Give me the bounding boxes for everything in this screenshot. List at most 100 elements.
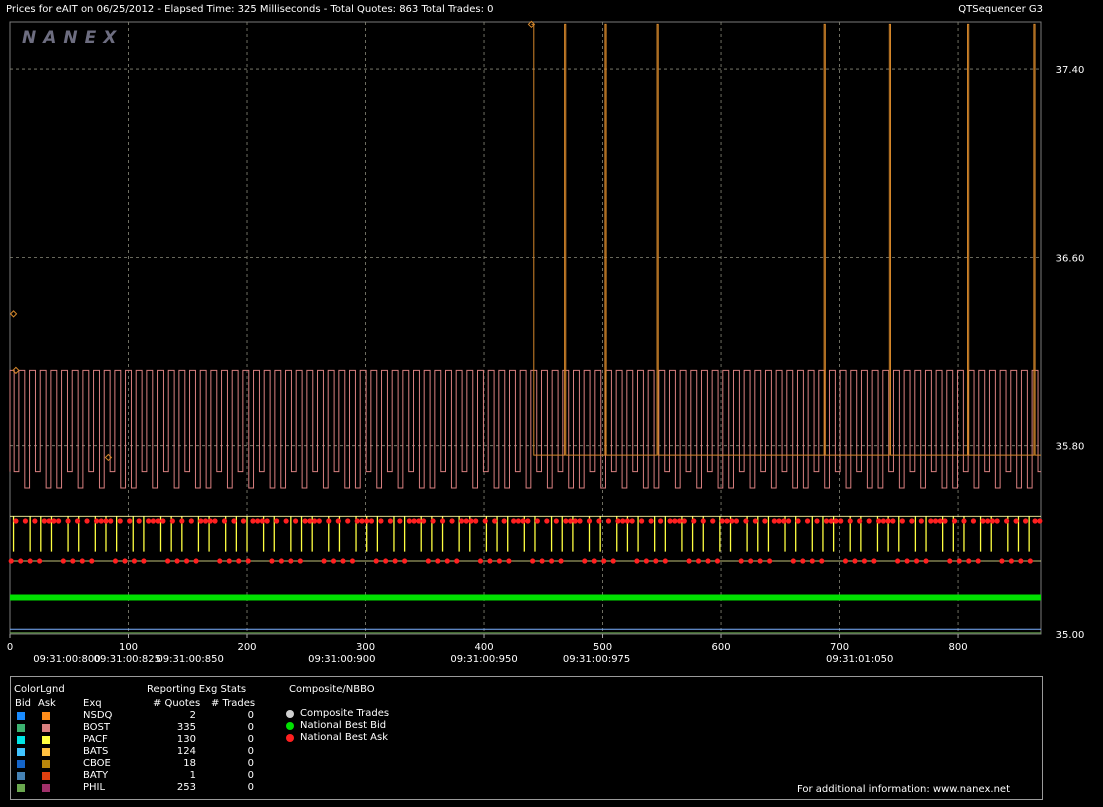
bid-swatch (17, 736, 25, 744)
nba-point (463, 518, 469, 524)
time-label: 09:31:01:050 (826, 654, 893, 665)
nba-point (89, 558, 95, 564)
nba-point (402, 558, 408, 564)
nba-point (947, 558, 953, 564)
nba-point (975, 558, 981, 564)
nba-point (530, 558, 536, 564)
nba-point (771, 518, 777, 524)
composite-dot (286, 722, 294, 730)
exchange-name: BOST (83, 722, 111, 733)
nba-point (833, 518, 839, 524)
nba-point (269, 558, 275, 564)
nba-point (999, 558, 1005, 564)
nba-point (335, 518, 341, 524)
nba-point (961, 518, 967, 524)
nba-point (781, 518, 787, 524)
legend-row: BATY 1 0 (11, 770, 411, 782)
quotes-column-header: # Quotes (153, 698, 201, 709)
nba-point (861, 558, 868, 564)
ask-swatch (42, 748, 50, 756)
nba-point (492, 518, 498, 524)
exchange-stats-header: Reporting Exg Stats (147, 684, 247, 695)
nba-point (127, 518, 133, 524)
nba-point (283, 518, 289, 524)
nba-point (970, 518, 977, 524)
nba-point (567, 518, 574, 524)
nba-point (790, 558, 796, 564)
trades-column-header: # Trades (211, 698, 256, 709)
nba-point (117, 518, 123, 524)
nba-point (895, 558, 901, 564)
time-label: 09:31:00:950 (450, 654, 517, 665)
nba-point (383, 558, 389, 564)
nba-point (278, 558, 284, 564)
nba-point (871, 558, 877, 564)
nba-point (18, 558, 24, 564)
nba-point (496, 558, 503, 564)
title-bar: Prices for eAIT on 06/25/2012 - Elapsed … (0, 0, 1103, 20)
nba-point (667, 518, 673, 524)
nba-point (212, 518, 218, 524)
nba-point (188, 518, 194, 524)
nba-point (326, 518, 332, 524)
x-tick-label: 600 (711, 642, 730, 653)
nba-point (506, 558, 512, 564)
nba-point (307, 518, 313, 524)
x-tick-label: 0 (7, 642, 13, 653)
nba-point (823, 518, 830, 524)
nba-point (477, 558, 484, 564)
nba-point (767, 558, 773, 564)
nba-point (511, 518, 517, 524)
nba-point (714, 558, 721, 564)
nba-point (520, 518, 526, 524)
nba-point (937, 518, 943, 524)
time-label: 09:31:00:825 (94, 654, 161, 665)
nba-point (411, 518, 417, 524)
x-tick-label: 400 (474, 642, 493, 653)
nba-point (240, 518, 247, 524)
nba-point (406, 518, 412, 524)
ask-swatch (42, 760, 50, 768)
nba-point (819, 558, 825, 564)
nba-point (757, 558, 763, 564)
nba-point (449, 518, 455, 524)
quote-count: 124 (176, 746, 196, 757)
bid-column-header: Bid (15, 698, 31, 709)
legend-row: BATS 124 0 (11, 746, 411, 758)
nba-point (743, 518, 749, 524)
color-legend-header: ColorLgnd (14, 684, 65, 695)
nba-point (79, 558, 85, 564)
nba-point (662, 558, 668, 564)
nba-point (368, 518, 375, 524)
ask-column-header: Ask (38, 698, 56, 709)
ask-swatch (42, 772, 50, 780)
nba-point (292, 518, 299, 524)
nba-point (729, 518, 735, 524)
bid-swatch (17, 748, 25, 756)
nba-point (98, 518, 104, 524)
nba-point (349, 558, 356, 564)
nba-point (880, 518, 886, 524)
nba-point (828, 518, 834, 524)
plot-frame (9, 21, 1042, 635)
nba-point (84, 518, 90, 524)
app-name: QTSequencer G3 (958, 4, 1043, 15)
nba-point (354, 518, 360, 524)
nba-point (378, 518, 384, 524)
nba-point (686, 558, 692, 564)
nba-point (951, 518, 958, 524)
trade-count: 0 (247, 710, 254, 721)
nba-point (231, 518, 237, 524)
nba-point (60, 558, 66, 564)
nba-point (179, 518, 185, 524)
nba-point (198, 518, 204, 524)
nba-point (639, 518, 645, 524)
nba-point (985, 518, 991, 524)
footer-info: For additional information: www.nanex.ne… (797, 784, 1010, 795)
nba-point (207, 518, 213, 524)
nba-point (1008, 558, 1014, 564)
nba-point (221, 518, 228, 524)
trade-count: 0 (247, 746, 254, 757)
nba-point (425, 558, 431, 564)
nba-point (923, 558, 929, 564)
